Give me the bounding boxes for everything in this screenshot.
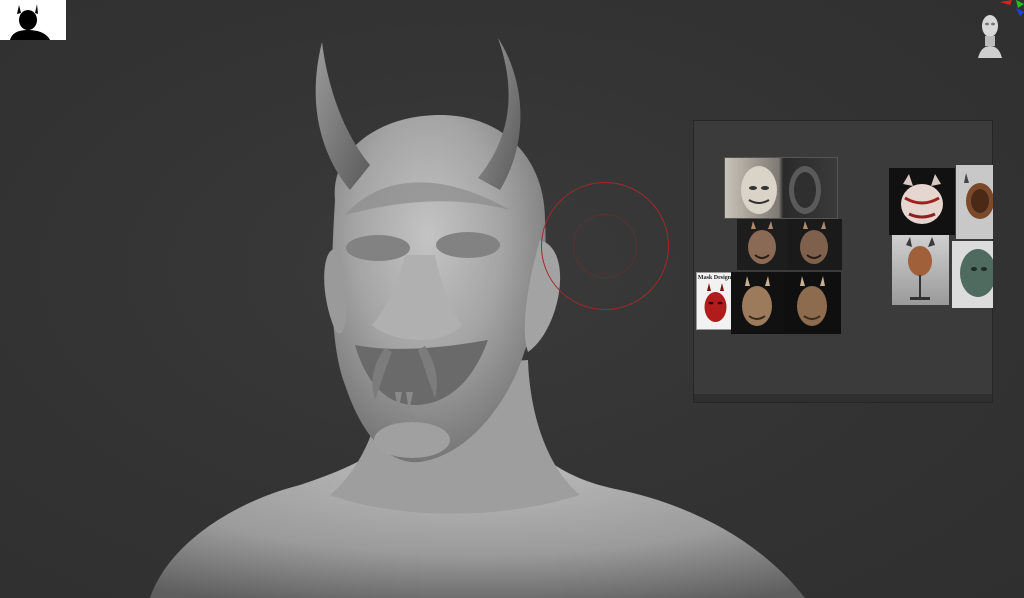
ref-oni-mask-bronze-side[interactable] [784, 272, 841, 334]
head-orientation-gizmo-icon[interactable] [972, 0, 1024, 64]
ref-green-mask[interactable] [952, 241, 993, 308]
ref-carved-oni-mask-front[interactable] [737, 219, 787, 270]
ref-dark-oni-mask[interactable] [956, 165, 993, 239]
ref-oni-mask-on-stand[interactable] [892, 235, 949, 305]
ref-white-oni-mask-front-back[interactable] [724, 157, 838, 219]
ref-oni-mask-bronze-front[interactable] [731, 272, 784, 334]
ref-carved-oni-mask-side[interactable] [787, 219, 842, 270]
brush-cursor-focal-shift [573, 214, 637, 278]
right-eye-socket [436, 232, 500, 258]
sculpt-viewport[interactable]: Mask Design [0, 0, 1024, 598]
left-eye-socket [346, 235, 410, 261]
spotlight-reference-panel[interactable]: Mask Design [693, 120, 993, 403]
ref-red-painted-oni-mask[interactable] [889, 168, 955, 235]
demon-silhouette-icon [10, 4, 50, 40]
silhouette-thumbnail [0, 0, 66, 40]
ref-mask-design-sheet[interactable]: Mask Design [696, 272, 733, 330]
left-horn [315, 42, 370, 190]
